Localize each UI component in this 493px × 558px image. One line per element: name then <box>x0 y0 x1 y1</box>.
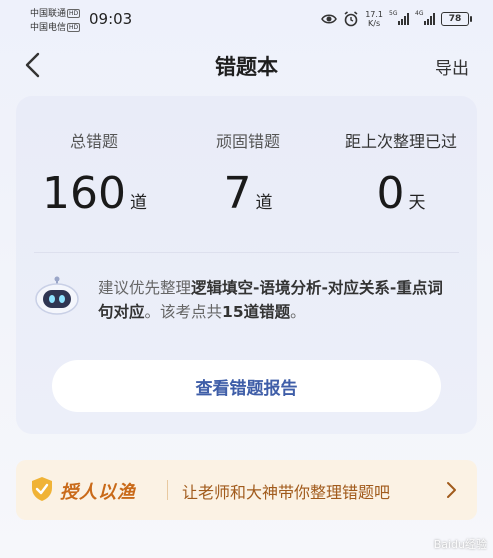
status-icons: 17.1 K/s 5G 4G 78 <box>321 8 472 30</box>
banner-text: 让老师和大神带你整理错题吧 <box>182 483 391 502</box>
status-bar: 中国联通 HD 中国电信 HD 09:03 17.1 K/s 5G 4G 78 <box>0 0 493 40</box>
stat-label: 总错题 <box>69 132 118 151</box>
battery-icon: 78 <box>441 12 472 26</box>
alarm-icon <box>344 11 358 27</box>
stat-value: 7 <box>223 168 252 219</box>
eye-icon <box>321 14 338 24</box>
banner-brand: 授人以渔 <box>60 482 136 503</box>
stat-days-since: 距上次整理已过 0天 <box>332 128 470 219</box>
shield-check-icon <box>32 477 52 501</box>
divider <box>34 252 459 253</box>
export-button[interactable]: 导出 <box>435 54 469 79</box>
carrier-label-2: 中国电信 HD <box>30 23 81 33</box>
stat-total: 总错题 160 道 <box>42 128 147 219</box>
carrier-label-1: 中国联通 HD <box>30 9 81 19</box>
signal-icon: 5G <box>389 10 409 25</box>
stat-label: 顽固错题 <box>215 132 280 151</box>
nav-bar: 错题本 导出 <box>0 40 493 90</box>
stat-value: 0 <box>376 168 405 219</box>
stat-value: 160 <box>42 168 126 219</box>
page-title: 错题本 <box>215 55 278 79</box>
clock: 09:03 <box>89 10 133 28</box>
robot-mascot-icon <box>35 276 79 315</box>
stat-unit: 道 <box>129 193 147 213</box>
net-speed: 17.1 K/s <box>365 10 383 28</box>
tutor-banner[interactable]: 授人以渔 让老师和大神带你整理错题吧 <box>16 460 477 520</box>
banner-divider <box>167 480 168 500</box>
stat-label: 距上次整理已过 <box>344 132 457 151</box>
stat-unit: 天 <box>408 193 426 213</box>
signal-icon-2: 4G <box>415 10 435 25</box>
chevron-right-icon <box>447 482 456 498</box>
view-report-button[interactable]: 查看错题报告 <box>52 360 441 412</box>
watermark: Baidu经验 <box>433 538 487 551</box>
stat-stubborn: 顽固错题 7道 <box>188 128 308 219</box>
stat-unit: 道 <box>255 193 273 213</box>
advice-text: 建议优先整理逻辑填空-语境分析-对应关系-重点词句对应。该考点共15道错题。 <box>98 279 443 321</box>
stats-card: 总错题 160 道 顽固错题 7道 距上次整理已过 0天 建议优先整理逻辑填空-语… <box>16 96 477 434</box>
